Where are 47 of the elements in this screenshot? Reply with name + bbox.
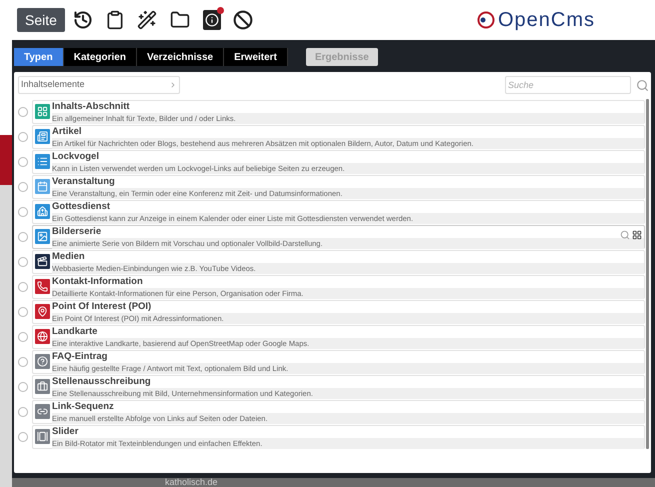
type-title: Veranstaltung: [52, 176, 115, 188]
tab[interactable]: Kategorien: [64, 48, 137, 66]
info-icon[interactable]: [202, 10, 221, 30]
type-filter-dropdown[interactable]: Inhaltselemente: [18, 76, 180, 94]
checkbox[interactable]: [18, 282, 28, 292]
type-title: FAQ-Eintrag: [52, 350, 108, 362]
ban-icon[interactable]: [232, 10, 253, 30]
checkbox[interactable]: [18, 332, 28, 342]
search-icon[interactable]: [636, 78, 649, 92]
logo-text: OpenCms: [498, 8, 595, 33]
type-title: Landkarte: [52, 326, 98, 338]
type-title: Gottesdienst: [52, 200, 110, 212]
folder-icon[interactable]: [168, 10, 191, 30]
page-button[interactable]: Seite: [17, 8, 65, 32]
checkbox[interactable]: [18, 432, 28, 442]
type-title: Slider: [52, 426, 78, 438]
search-field[interactable]: Suche: [505, 76, 631, 94]
tab[interactable]: Erweitert: [224, 48, 288, 66]
tab[interactable]: Verzeichnisse: [136, 48, 224, 66]
checkbox[interactable]: [18, 256, 28, 266]
checkbox[interactable]: [18, 156, 28, 166]
checkbox[interactable]: [18, 132, 28, 142]
type-title: Medien: [52, 250, 85, 262]
clipboard-icon[interactable]: [104, 10, 125, 30]
tab[interactable]: Typen: [14, 48, 64, 66]
checkbox[interactable]: [18, 106, 28, 116]
checkbox[interactable]: [18, 306, 28, 316]
magic-wand-icon[interactable]: [136, 10, 157, 30]
type-title: Artikel: [52, 126, 82, 138]
type-title: Inhalts-Abschnitt: [52, 100, 130, 112]
checkbox[interactable]: [18, 382, 28, 392]
chevron-right-icon: [169, 81, 177, 89]
logo-icon: [476, 11, 496, 29]
type-title: Kontakt-Information: [52, 276, 143, 288]
history-icon[interactable]: [72, 10, 93, 30]
type-title: Stellenausschreibung: [52, 376, 151, 388]
type-title: Point Of Interest (POI): [52, 300, 152, 312]
type-title: Bilderserie: [52, 226, 102, 238]
type-title: Link-Sequenz: [52, 400, 114, 412]
checkbox[interactable]: [18, 182, 28, 192]
checkbox[interactable]: [18, 406, 28, 416]
checkbox[interactable]: [18, 356, 28, 366]
checkbox[interactable]: [18, 232, 28, 242]
grid-icon[interactable]: [632, 230, 642, 240]
type-title: Lockvogel: [52, 150, 99, 162]
checkbox[interactable]: [18, 206, 28, 216]
footer-text: katholisch.de: [165, 478, 218, 487]
